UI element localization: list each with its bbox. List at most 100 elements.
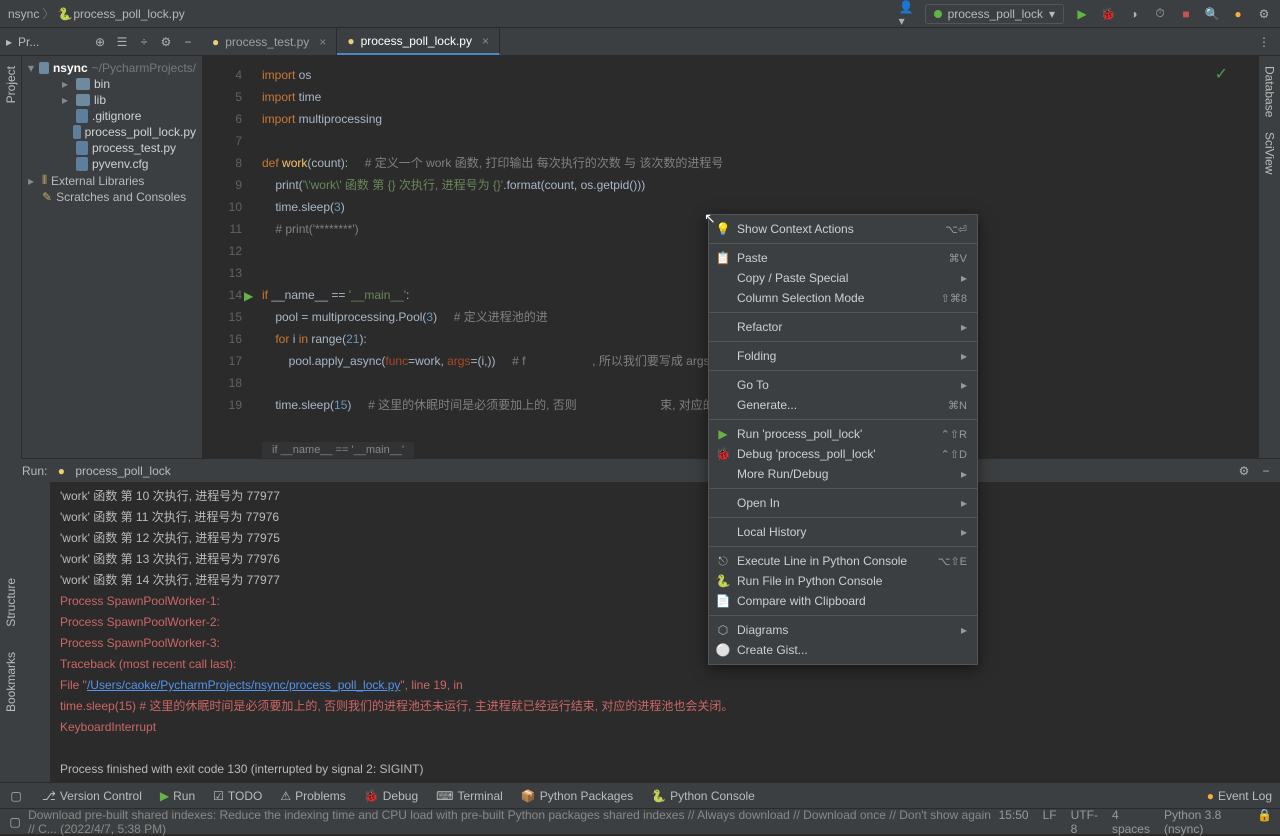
toolwindow-toggle-icon[interactable]: ▢ — [8, 788, 24, 804]
tree-item[interactable]: process_test.py — [22, 140, 202, 156]
menu-item[interactable]: Go To▸ — [709, 375, 977, 395]
tabs-menu-icon[interactable]: ⋮ — [1256, 34, 1272, 50]
tree-item[interactable]: process_poll_lock.py — [22, 124, 202, 140]
debug-icon[interactable]: 🐞 — [1100, 6, 1116, 22]
menu-item[interactable]: 📄Compare with Clipboard — [709, 591, 977, 611]
expand-all-icon[interactable]: ☰ — [114, 34, 130, 50]
menu-item[interactable]: 💡Show Context Actions⌥⏎ — [709, 219, 977, 239]
close-icon[interactable]: × — [319, 35, 326, 49]
pyconsole-tab[interactable]: 🐍Python Console — [651, 789, 755, 803]
menu-label: More Run/Debug — [737, 467, 828, 481]
editor-breadcrumb[interactable]: if __name__ == '__main__' — [262, 442, 414, 458]
interpreter[interactable]: Python 3.8 (nsync) — [1164, 808, 1243, 836]
run-settings-icon[interactable]: ⚙ — [1236, 463, 1252, 479]
database-tab[interactable]: Database — [1263, 66, 1277, 117]
menu-separator — [709, 370, 977, 371]
settings-icon[interactable]: ⚙ — [1256, 6, 1272, 22]
menu-item[interactable]: 📋Paste⌘V — [709, 248, 977, 268]
tree-item[interactable]: pyvenv.cfg — [22, 156, 202, 172]
scratches[interactable]: ✎ Scratches and Consoles — [22, 189, 202, 205]
menu-separator — [709, 341, 977, 342]
tool-settings-icon[interactable]: ⚙ — [158, 34, 174, 50]
lock-icon[interactable]: 🔒 — [1257, 808, 1272, 836]
menu-separator — [709, 312, 977, 313]
menu-item[interactable]: Generate...⌘N — [709, 395, 977, 415]
menu-item[interactable]: ▶Run 'process_poll_lock'⌃⇧R — [709, 424, 977, 444]
caret-pos[interactable]: 15:50 — [999, 808, 1029, 836]
run-icon[interactable]: ▶ — [1074, 6, 1090, 22]
tree-item[interactable]: .gitignore — [22, 108, 202, 124]
menu-item[interactable]: ⬡Diagrams▸ — [709, 620, 977, 640]
editor-context-menu[interactable]: 💡Show Context Actions⌥⏎ 📋Paste⌘VCopy / Pa… — [708, 214, 978, 665]
status-icon[interactable]: ▢ — [8, 814, 22, 830]
line-sep[interactable]: LF — [1043, 808, 1057, 836]
crumb-root[interactable]: nsync — [8, 7, 39, 21]
problems-tab[interactable]: ⚠Problems — [280, 789, 345, 803]
menu-separator — [709, 517, 977, 518]
bottom-toolbar: ▢ ⎇Version Control ▶Run ☑TODO ⚠Problems … — [0, 782, 1280, 808]
coverage-icon[interactable]: ◑ — [1126, 6, 1142, 22]
menu-item[interactable]: Copy / Paste Special▸ — [709, 268, 977, 288]
python-file-icon: ● — [212, 35, 219, 49]
inspection-ok-icon[interactable]: ✓ — [1215, 64, 1228, 84]
bookmarks-tab[interactable]: Bookmarks — [4, 652, 18, 712]
sciview-tab[interactable]: SciView — [1263, 132, 1277, 174]
project-tree[interactable]: ▾nsync ~/PycharmProjects/▸bin▸lib.gitign… — [22, 56, 202, 458]
menu-label: Debug 'process_poll_lock' — [737, 447, 876, 461]
collapse-all-icon[interactable]: ÷ — [136, 34, 152, 50]
line-gutter[interactable]: 45678910111213141516171819 — [202, 56, 262, 416]
crumb-file[interactable]: process_poll_lock.py — [73, 7, 184, 21]
menu-item[interactable]: Column Selection Mode⇧⌘8 — [709, 288, 977, 308]
indent[interactable]: 4 spaces — [1112, 808, 1150, 836]
editor-tab[interactable]: ●process_poll_lock.py× — [337, 28, 500, 55]
menu-item[interactable]: ⎋Execute Line in Python Console⌥⇧E — [709, 551, 977, 571]
tree-item[interactable]: ▸bin — [22, 76, 202, 92]
chevron-right-icon: ▸ — [961, 525, 967, 539]
tree-root[interactable]: ▾nsync ~/PycharmProjects/ — [22, 60, 202, 76]
stop-icon[interactable]: ■ — [1178, 6, 1194, 22]
hide-icon[interactable]: − — [180, 34, 196, 50]
editor-tabs: ●process_test.py×●process_poll_lock.py× — [202, 28, 500, 55]
external-libs[interactable]: ▸⫴ External Libraries — [22, 172, 202, 189]
editor-tab[interactable]: ●process_test.py× — [202, 28, 337, 55]
todo-tab[interactable]: ☑TODO — [213, 789, 262, 803]
user-dropdown-icon[interactable]: 👤▾ — [899, 6, 915, 22]
locate-icon[interactable]: ⊕ — [92, 34, 108, 50]
vcs-tab[interactable]: ⎇Version Control — [42, 789, 142, 803]
close-icon[interactable]: × — [482, 34, 489, 48]
avatar-icon[interactable]: ● — [1230, 6, 1246, 22]
menu-item[interactable]: Folding▸ — [709, 346, 977, 366]
search-icon[interactable]: 🔍 — [1204, 6, 1220, 22]
debug-tab[interactable]: 🐞Debug — [364, 789, 418, 803]
project-label[interactable]: Pr... — [18, 35, 39, 49]
pypackages-tab[interactable]: 📦Python Packages — [521, 789, 633, 803]
console-output[interactable]: 'work' 函数 第 10 次执行, 进程号为 77977'work' 函数 … — [50, 482, 1280, 782]
run-config-selector[interactable]: process_poll_lock ▾ — [925, 4, 1064, 24]
project-tab[interactable]: Project — [4, 66, 18, 103]
left-bar-lower: Structure Bookmarks — [0, 458, 22, 758]
terminal-tab[interactable]: ⌨Terminal — [436, 789, 503, 803]
eventlog-tab[interactable]: ●Event Log — [1207, 789, 1272, 803]
profile-icon[interactable]: ⏱ — [1152, 6, 1168, 22]
menu-item[interactable]: 🐞Debug 'process_poll_lock'⌃⇧D — [709, 444, 977, 464]
menu-label: Generate... — [737, 398, 797, 412]
run-tab-name[interactable]: process_poll_lock — [75, 464, 170, 478]
shortcut: ⌥⇧E — [938, 555, 967, 568]
menu-item[interactable]: More Run/Debug▸ — [709, 464, 977, 484]
run-hide-icon[interactable]: − — [1258, 463, 1274, 479]
stacktrace-link[interactable]: /Users/caoke/PycharmProjects/nsync/proce… — [87, 678, 400, 692]
structure-tab[interactable]: Structure — [4, 578, 18, 627]
tree-item[interactable]: ▸lib — [22, 92, 202, 108]
hint-text[interactable]: Download pre-built shared indexes: Reduc… — [28, 808, 999, 836]
menu-label: Diagrams — [737, 623, 788, 637]
project-collapse-icon[interactable]: ▸ — [6, 35, 12, 49]
menu-item[interactable]: 🐍Run File in Python Console — [709, 571, 977, 591]
gutter-run-icon[interactable]: ▶ — [244, 289, 254, 299]
run-tab[interactable]: ▶Run — [160, 789, 195, 803]
menu-item[interactable]: Refactor▸ — [709, 317, 977, 337]
encoding[interactable]: UTF-8 — [1071, 808, 1098, 836]
menu-item[interactable]: Open In▸ — [709, 493, 977, 513]
menu-item-icon: 📋 — [715, 251, 731, 265]
menu-item[interactable]: ⚪Create Gist... — [709, 640, 977, 660]
menu-item[interactable]: Local History▸ — [709, 522, 977, 542]
